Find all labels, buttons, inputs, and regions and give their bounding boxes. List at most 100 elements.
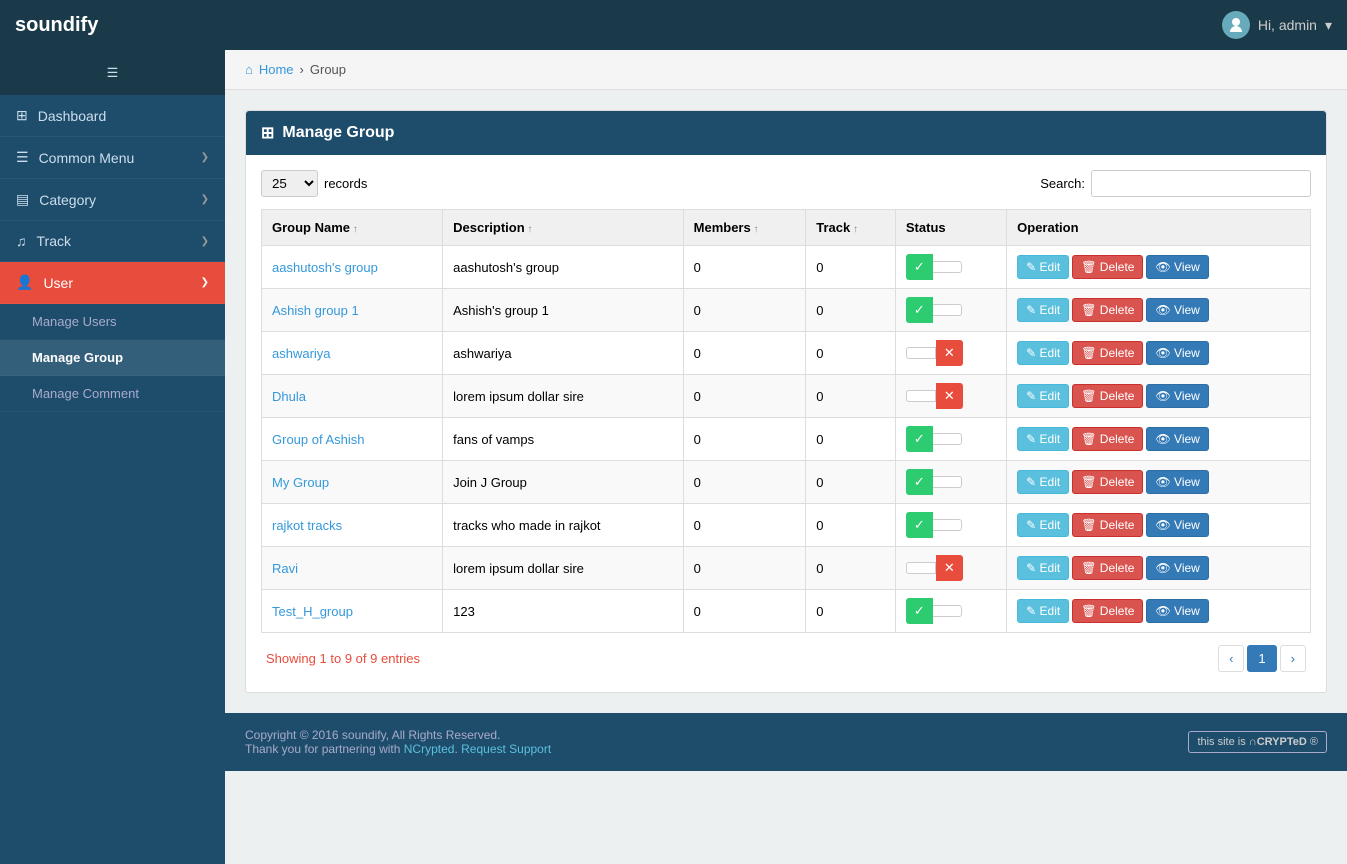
group-name-link[interactable]: My Group (272, 475, 329, 490)
toggle-slot (933, 519, 962, 531)
footer-badge: this site is ∩CRYPTeD ® (1188, 731, 1327, 753)
toggle-on-button[interactable]: ✓ (906, 254, 933, 280)
cell-status: ✓ (895, 461, 1006, 504)
delete-button[interactable]: 🗑 Delete (1072, 427, 1143, 451)
page-content: ⊞ Manage Group 10 25 50 100 (225, 90, 1347, 713)
toggle-x-button[interactable]: ✕ (936, 555, 963, 581)
table-row: Ravilorem ipsum dollar sire00✕ ✎ Edit 🗑 … (262, 547, 1311, 590)
cell-group-name: Ashish group 1 (262, 289, 443, 332)
edit-button[interactable]: ✎ Edit (1017, 556, 1069, 580)
table-row: rajkot trackstracks who made in rajkot00… (262, 504, 1311, 547)
group-name-link[interactable]: aashutosh's group (272, 260, 378, 275)
view-button[interactable]: 👁 View (1146, 599, 1208, 623)
delete-button[interactable]: 🗑 Delete (1072, 513, 1143, 537)
delete-button[interactable]: 🗑 Delete (1072, 298, 1143, 322)
edit-button[interactable]: ✎ Edit (1017, 341, 1069, 365)
view-button[interactable]: 👁 View (1146, 384, 1208, 408)
group-name-link[interactable]: rajkot tracks (272, 518, 342, 533)
delete-button[interactable]: 🗑 Delete (1072, 470, 1143, 494)
main-content: ⌂ Home › Group ⊞ Manage Group 10 (225, 50, 1347, 864)
toggle-slot (906, 347, 936, 359)
cell-members: 0 (683, 418, 806, 461)
page-1-button[interactable]: 1 (1247, 645, 1276, 672)
cell-description: Join J Group (443, 461, 684, 504)
next-page-button[interactable]: › (1280, 645, 1306, 672)
sidebar-item-dashboard[interactable]: ⊞ Dashboard (0, 95, 225, 137)
page-to: 9 (345, 651, 352, 666)
view-button[interactable]: 👁 View (1146, 513, 1208, 537)
group-name-link[interactable]: ashwariya (272, 346, 331, 361)
toggle-x-button[interactable]: ✕ (936, 340, 963, 366)
pagination: ‹ 1 › (1218, 645, 1306, 672)
edit-button[interactable]: ✎ Edit (1017, 513, 1069, 537)
breadcrumb-separator: › (300, 62, 304, 77)
sidebar-dashboard-label: Dashboard (38, 108, 107, 124)
user-menu[interactable]: Hi, admin ▾ (1222, 11, 1332, 39)
col-members[interactable]: Members (683, 210, 806, 246)
edit-button[interactable]: ✎ Edit (1017, 599, 1069, 623)
toggle-on-button[interactable]: ✓ (906, 598, 933, 624)
view-button[interactable]: 👁 View (1146, 341, 1208, 365)
sidebar-item-category[interactable]: ▤ Category ❯ (0, 179, 225, 221)
sidebar-toggle-button[interactable]: ☰ (0, 50, 225, 95)
sidebar-sub-manage-comment[interactable]: Manage Comment (0, 376, 225, 412)
edit-button[interactable]: ✎ Edit (1017, 384, 1069, 408)
footer-support-link[interactable]: Request Support (461, 742, 551, 756)
view-button[interactable]: 👁 View (1146, 427, 1208, 451)
group-name-link[interactable]: Test_H_group (272, 604, 353, 619)
manage-users-label: Manage Users (32, 314, 117, 329)
delete-button[interactable]: 🗑 Delete (1072, 556, 1143, 580)
col-description[interactable]: Description (443, 210, 684, 246)
cell-group-name: rajkot tracks (262, 504, 443, 547)
col-track[interactable]: Track (806, 210, 896, 246)
cell-group-name: My Group (262, 461, 443, 504)
footer-partner-link[interactable]: NCrypted (404, 742, 455, 756)
hamburger-icon: ☰ (107, 65, 119, 81)
search-input[interactable] (1091, 170, 1311, 197)
edit-button[interactable]: ✎ Edit (1017, 298, 1069, 322)
cell-members: 0 (683, 547, 806, 590)
edit-button[interactable]: ✎ Edit (1017, 470, 1069, 494)
sidebar-item-track[interactable]: ♫ Track ❯ (0, 221, 225, 262)
view-button[interactable]: 👁 View (1146, 298, 1208, 322)
view-button[interactable]: 👁 View (1146, 470, 1208, 494)
records-per-page-select[interactable]: 10 25 50 100 (261, 170, 318, 197)
group-name-link[interactable]: Ashish group 1 (272, 303, 359, 318)
cell-members: 0 (683, 332, 806, 375)
cell-group-name: aashutosh's group (262, 246, 443, 289)
cell-description: fans of vamps (443, 418, 684, 461)
group-name-link[interactable]: Ravi (272, 561, 298, 576)
toggle-on-button[interactable]: ✓ (906, 297, 933, 323)
delete-button[interactable]: 🗑 Delete (1072, 599, 1143, 623)
cell-track: 0 (806, 504, 896, 547)
cell-group-name: Group of Ashish (262, 418, 443, 461)
delete-button[interactable]: 🗑 Delete (1072, 341, 1143, 365)
cell-operation: ✎ Edit 🗑 Delete 👁 View (1007, 246, 1311, 289)
delete-button[interactable]: 🗑 Delete (1072, 255, 1143, 279)
cell-group-name: Test_H_group (262, 590, 443, 633)
cell-operation: ✎ Edit 🗑 Delete 👁 View (1007, 418, 1311, 461)
cell-status: ✓ (895, 590, 1006, 633)
group-name-link[interactable]: Group of Ashish (272, 432, 365, 447)
edit-button[interactable]: ✎ Edit (1017, 427, 1069, 451)
sidebar-sub-manage-group[interactable]: Manage Group (0, 340, 225, 376)
col-group-name[interactable]: Group Name (262, 210, 443, 246)
toggle-on-button[interactable]: ✓ (906, 469, 933, 495)
toggle-on-button[interactable]: ✓ (906, 426, 933, 452)
cell-group-name: Ravi (262, 547, 443, 590)
cell-status: ✕ (895, 332, 1006, 375)
breadcrumb-home-link[interactable]: Home (259, 62, 294, 77)
view-button[interactable]: 👁 View (1146, 556, 1208, 580)
table-row: My GroupJoin J Group00✓ ✎ Edit 🗑 Delete … (262, 461, 1311, 504)
prev-page-button[interactable]: ‹ (1218, 645, 1244, 672)
group-name-link[interactable]: Dhula (272, 389, 306, 404)
edit-button[interactable]: ✎ Edit (1017, 255, 1069, 279)
toggle-x-button[interactable]: ✕ (936, 383, 963, 409)
delete-button[interactable]: 🗑 Delete (1072, 384, 1143, 408)
sidebar-item-user[interactable]: 👤 User ❯ (0, 262, 225, 304)
toggle-on-button[interactable]: ✓ (906, 512, 933, 538)
sidebar-sub-manage-users[interactable]: Manage Users (0, 304, 225, 340)
cell-track: 0 (806, 246, 896, 289)
sidebar-item-common-menu[interactable]: ☰ Common Menu ❯ (0, 137, 225, 179)
view-button[interactable]: 👁 View (1146, 255, 1208, 279)
